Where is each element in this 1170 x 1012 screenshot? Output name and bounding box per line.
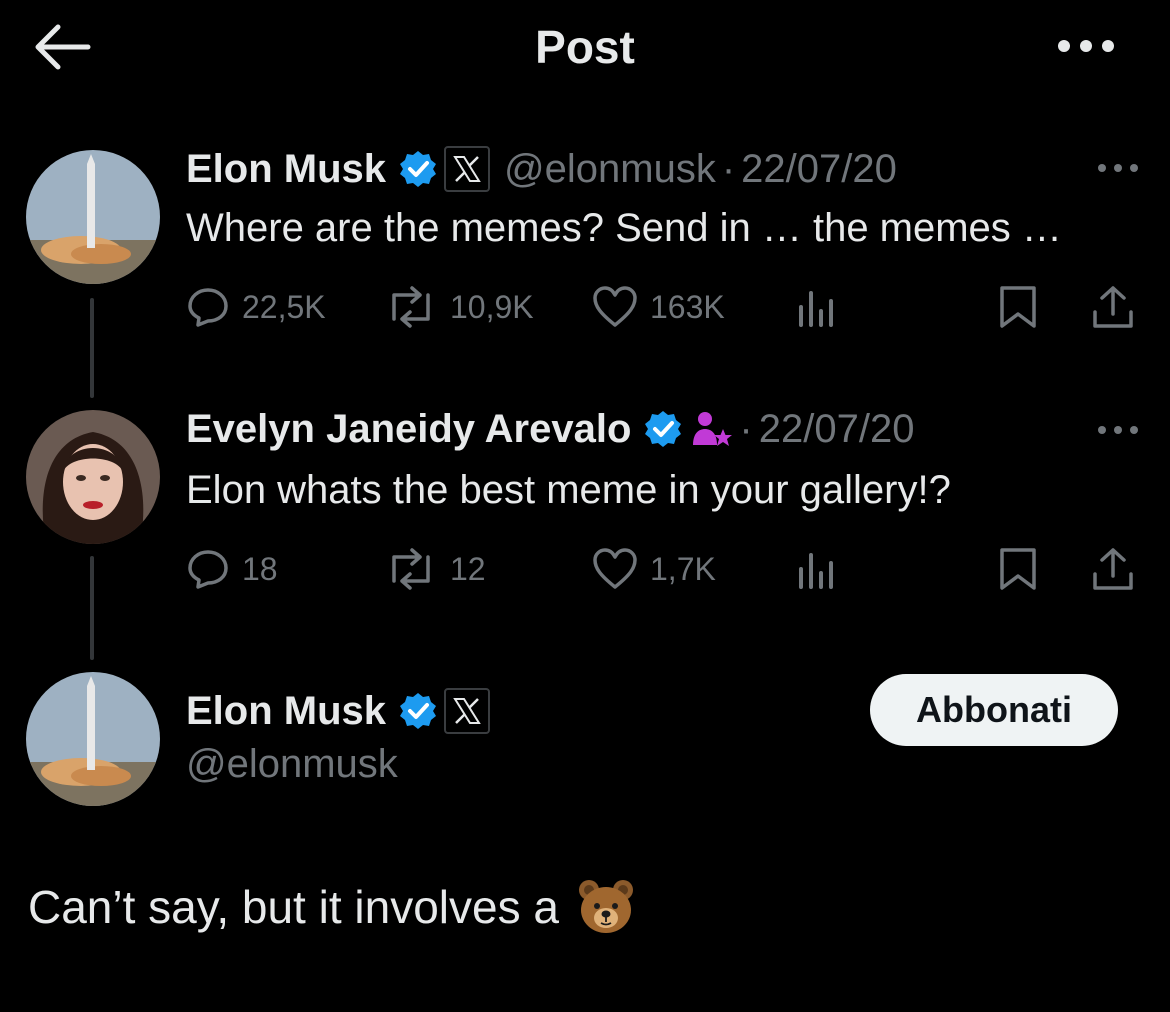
repost-icon bbox=[392, 286, 430, 328]
repost-count: 10,9K bbox=[450, 288, 534, 325]
reply-button[interactable]: 22,5K bbox=[186, 282, 326, 332]
verified-badge-icon bbox=[400, 151, 437, 187]
views-chart-icon bbox=[799, 553, 833, 589]
rocket-launch-image bbox=[26, 150, 160, 284]
reply-icon bbox=[188, 288, 228, 327]
post-date[interactable]: 22/07/20 bbox=[741, 147, 897, 192]
post-header: Elon Musk @elonmusk · 22/07/20 bbox=[186, 142, 897, 196]
repost-button[interactable]: 10,9K bbox=[384, 282, 534, 332]
verified-badge-icon bbox=[400, 693, 437, 729]
rocket-launch-image bbox=[26, 672, 160, 806]
share-button[interactable] bbox=[1090, 282, 1136, 332]
profile-photo bbox=[26, 410, 160, 544]
repost-button[interactable]: 12 bbox=[384, 544, 486, 594]
post-more-button[interactable] bbox=[1096, 158, 1140, 178]
reply-count: 22,5K bbox=[242, 288, 326, 325]
author-handle[interactable]: @elonmusk bbox=[186, 742, 398, 787]
bookmark-button[interactable] bbox=[998, 282, 1038, 332]
more-horizontal-icon bbox=[1098, 426, 1138, 434]
post-header: Evelyn Janeidy Arevalo · 22/07/20 bbox=[186, 402, 914, 456]
post-text-content: Can’t say, but it involves a bbox=[28, 881, 559, 933]
verified-badge-icon bbox=[645, 411, 682, 447]
x-affiliate-badge[interactable] bbox=[444, 146, 491, 192]
reply-button[interactable]: 18 bbox=[186, 544, 278, 594]
share-icon bbox=[1093, 548, 1133, 590]
heart-icon bbox=[593, 548, 637, 589]
views-chart-icon bbox=[799, 291, 833, 327]
more-horizontal-icon bbox=[1098, 164, 1138, 172]
views-button[interactable] bbox=[794, 282, 838, 332]
more-options-button[interactable] bbox=[1054, 28, 1118, 64]
author-name[interactable]: Elon Musk bbox=[186, 147, 386, 192]
repost-count: 12 bbox=[450, 550, 486, 587]
x-logo-icon bbox=[453, 698, 481, 724]
reply-count: 18 bbox=[242, 550, 278, 587]
separator-dot: · bbox=[721, 146, 736, 191]
repost-icon bbox=[392, 548, 430, 590]
like-button[interactable]: 1,7K bbox=[592, 544, 716, 594]
post-more-button[interactable] bbox=[1096, 420, 1140, 440]
follow-button[interactable]: Abbonati bbox=[870, 674, 1118, 746]
top-bar: Post bbox=[0, 0, 1170, 100]
thread-connector bbox=[90, 556, 94, 660]
bookmark-icon bbox=[1000, 286, 1036, 328]
post-text: Can’t say, but it involves a bbox=[28, 878, 635, 936]
post-text: Elon whats the best meme in your gallery… bbox=[186, 468, 951, 512]
bear-face-emoji bbox=[578, 880, 633, 933]
x-logo-icon bbox=[453, 156, 481, 182]
avatar[interactable] bbox=[26, 150, 160, 284]
share-button[interactable] bbox=[1090, 544, 1136, 594]
post-actions: 18 12 1,7K bbox=[186, 544, 1146, 594]
like-count: 1,7K bbox=[650, 550, 716, 587]
more-horizontal-icon bbox=[1058, 40, 1114, 52]
like-button[interactable]: 163K bbox=[592, 282, 725, 332]
post-actions: 22,5K 10,9K 163K bbox=[186, 282, 1146, 332]
like-count: 163K bbox=[650, 288, 725, 325]
separator-dot: · bbox=[739, 406, 753, 451]
share-icon bbox=[1093, 286, 1133, 328]
page-title: Post bbox=[535, 21, 635, 73]
author-handle[interactable]: @elonmusk bbox=[504, 147, 716, 192]
reply-icon bbox=[188, 550, 228, 589]
author-name[interactable]: Elon Musk bbox=[186, 689, 386, 734]
post-text: Where are the memes? Send in … the memes… bbox=[186, 206, 1062, 250]
avatar[interactable] bbox=[26, 410, 160, 544]
thread-connector bbox=[90, 298, 94, 398]
views-button[interactable] bbox=[794, 544, 838, 594]
avatar[interactable] bbox=[26, 672, 160, 806]
heart-icon bbox=[593, 286, 637, 327]
post-date[interactable]: 22/07/20 bbox=[759, 407, 915, 452]
post-header: Elon Musk bbox=[186, 684, 491, 738]
person-star-icon[interactable] bbox=[691, 409, 733, 449]
bookmark-button[interactable] bbox=[998, 544, 1038, 594]
author-name[interactable]: Evelyn Janeidy Arevalo bbox=[186, 407, 631, 452]
x-affiliate-badge[interactable] bbox=[444, 688, 491, 734]
bookmark-icon bbox=[1000, 548, 1036, 590]
